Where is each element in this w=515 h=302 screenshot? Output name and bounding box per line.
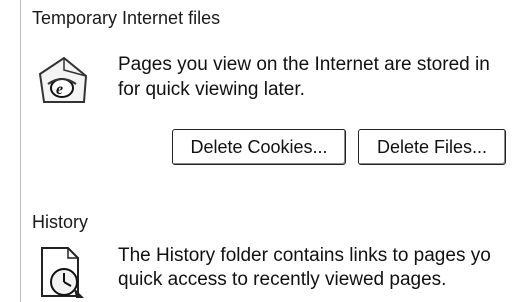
delete-cookies-button[interactable]: Delete Cookies... bbox=[172, 129, 346, 165]
ie-temp-files-icon: e bbox=[38, 56, 88, 103]
internet-options-panel: Temporary Internet files e Pages you vie… bbox=[0, 0, 515, 302]
history-clock-icon bbox=[41, 247, 84, 298]
temp-files-group-title: Temporary Internet files bbox=[30, 8, 223, 29]
history-description-1: The History folder contains links to pag… bbox=[118, 245, 491, 266]
svg-text:e: e bbox=[56, 81, 63, 98]
temp-files-description-1: Pages you view on the Internet are store… bbox=[118, 54, 490, 75]
group-border bbox=[20, 0, 21, 302]
delete-files-button[interactable]: Delete Files... bbox=[358, 129, 506, 165]
history-description-2: quick access to recently viewed pages. bbox=[118, 269, 447, 290]
temp-files-description-2: for quick viewing later. bbox=[118, 79, 305, 100]
history-group-title: History bbox=[30, 212, 91, 233]
